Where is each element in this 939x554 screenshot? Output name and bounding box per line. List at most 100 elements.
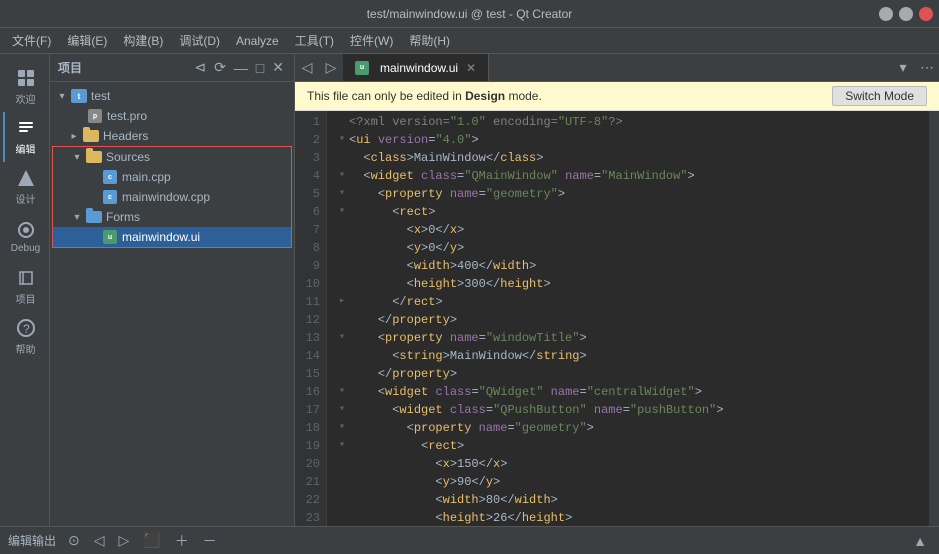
bottom-btn-next[interactable]: ▷: [115, 532, 134, 549]
fold-18[interactable]: ▾: [335, 419, 349, 437]
code-content-16: <widget class="QWidget" name="centralWid…: [349, 383, 921, 401]
menu-tools[interactable]: 工具(T): [287, 30, 342, 51]
code-content-4: <widget class="QMainWindow" name="MainWi…: [349, 167, 921, 185]
code-line-18: ▾ <property name="geometry">: [335, 419, 921, 437]
project-label: 项目: [16, 291, 36, 306]
tab-more-btn[interactable]: ⋯: [915, 54, 939, 81]
code-line-23: <height>26</height>: [335, 509, 921, 526]
project-tree: ▾ t test p test.pro ▸: [50, 82, 294, 526]
bottom-btn-expand-up[interactable]: ▲: [909, 533, 931, 549]
code-content-15: </property>: [349, 365, 921, 383]
filter-btn[interactable]: ⊲: [192, 59, 208, 76]
tab-mainwindow-ui[interactable]: u mainwindow.ui ✕: [343, 54, 489, 81]
expand-btn[interactable]: □: [254, 60, 266, 76]
tree-item-main-cpp[interactable]: c main.cpp: [53, 167, 291, 187]
sidebar-item-help[interactable]: ? 帮助: [3, 312, 47, 362]
fold-13[interactable]: ▾: [335, 329, 349, 347]
tree-arrow-sources: ▾: [69, 152, 85, 163]
bottom-btn-add[interactable]: ＋: [171, 531, 193, 551]
line-num-12: 12: [295, 311, 320, 329]
maximize-button[interactable]: [899, 7, 913, 21]
sidebar-item-edit[interactable]: 编辑: [3, 112, 47, 162]
sidebar-item-welcome[interactable]: 欢迎: [3, 62, 47, 112]
fold-11[interactable]: ▸: [335, 293, 349, 311]
fold-5[interactable]: ▾: [335, 185, 349, 203]
sidebar-item-design[interactable]: 设计: [3, 162, 47, 212]
sidebar-item-debug[interactable]: Debug: [3, 212, 47, 262]
menu-analyze[interactable]: Analyze: [228, 32, 287, 50]
menu-debug[interactable]: 调试(D): [171, 30, 228, 51]
code-line-15: </property>: [335, 365, 921, 383]
fold-6[interactable]: ▾: [335, 203, 349, 221]
tree-item-test-pro[interactable]: p test.pro: [50, 106, 294, 126]
icon-sidebar: 欢迎 编辑 设计 Debug 项目: [0, 54, 50, 526]
line-num-19: 19: [295, 437, 320, 455]
code-line-3: <class>MainWindow</class>: [335, 149, 921, 167]
line-num-16: 16: [295, 383, 320, 401]
project-panel: 项目 ⊲ ⟳ — □ ✕ ▾ t test: [50, 54, 295, 526]
menu-controls[interactable]: 控件(W): [342, 30, 401, 51]
code-content-19: <rect>: [349, 437, 921, 455]
ui-icon: u: [103, 230, 117, 244]
code-content-6: <rect>: [349, 203, 921, 221]
bottom-bar: 编辑输出 ⊙ ◁ ▷ ⬛ ＋ － ▲: [0, 526, 939, 554]
fold-19[interactable]: ▾: [335, 437, 349, 455]
code-line-9: <width>400</width>: [335, 257, 921, 275]
window-controls: [879, 7, 933, 21]
bottom-btn-sync[interactable]: ⊙: [64, 532, 84, 549]
edit-label: 编辑: [16, 141, 36, 156]
tree-item-mainwindow-ui[interactable]: u mainwindow.ui: [53, 227, 291, 247]
fold-17[interactable]: ▾: [335, 401, 349, 419]
line-num-17: 17: [295, 401, 320, 419]
code-line-8: <y>0</y>: [335, 239, 921, 257]
tab-label: mainwindow.ui: [380, 61, 458, 75]
tree-item-mainwindow-cpp[interactable]: c mainwindow.cpp: [53, 187, 291, 207]
sync-btn[interactable]: ⟳: [212, 59, 228, 76]
content-area: ◁ ▷ u mainwindow.ui ✕ ▾ ⋯ This file can …: [295, 54, 939, 526]
cpp-icon-main: c: [103, 170, 117, 184]
folder-icon-sources: [86, 151, 102, 163]
tree-item-headers[interactable]: ▸ Headers: [50, 126, 294, 146]
pro-file-icon: p: [86, 109, 104, 123]
switch-mode-button[interactable]: Switch Mode: [832, 86, 927, 106]
menu-file[interactable]: 文件(F): [4, 30, 59, 51]
code-content-9: <width>400</width>: [349, 257, 921, 275]
vertical-scrollbar[interactable]: [929, 111, 939, 526]
folder-icon-headers: [83, 130, 99, 142]
bottom-btn-prev[interactable]: ◁: [90, 532, 109, 549]
code-content-7: <x>0</x>: [349, 221, 921, 239]
code-line-12: </property>: [335, 311, 921, 329]
minimize-button[interactable]: [879, 7, 893, 21]
tree-item-test[interactable]: ▾ t test: [50, 86, 294, 106]
menu-edit[interactable]: 编辑(E): [59, 30, 115, 51]
code-content-2: <ui version="4.0">: [349, 131, 921, 149]
tree-label-mainwindow-ui: mainwindow.ui: [122, 230, 200, 244]
bottom-btn-stop[interactable]: ⬛: [139, 532, 164, 549]
code-editor[interactable]: <?xml version="1.0" encoding="UTF-8"?> ▾…: [327, 111, 929, 526]
menu-help[interactable]: 帮助(H): [401, 30, 458, 51]
menu-build[interactable]: 构建(B): [115, 30, 171, 51]
tab-dropdown-btn[interactable]: ▾: [891, 54, 915, 81]
tab-close-btn[interactable]: ✕: [464, 61, 478, 75]
tree-arrow-test: ▾: [54, 91, 70, 102]
close-button[interactable]: [919, 7, 933, 21]
code-content-5: <property name="geometry">: [349, 185, 921, 203]
tree-item-sources[interactable]: ▾ Sources: [53, 147, 291, 167]
tab-back-btn[interactable]: ◁: [295, 54, 319, 81]
fold-4[interactable]: ▾: [335, 167, 349, 185]
close-panel-btn[interactable]: ✕: [270, 59, 286, 76]
fold-16[interactable]: ▾: [335, 383, 349, 401]
tree-item-forms[interactable]: ▾ Forms: [53, 207, 291, 227]
code-content-20: <x>150</x>: [349, 455, 921, 473]
main-layout: 欢迎 编辑 设计 Debug 项目: [0, 54, 939, 526]
bottom-btn-minus[interactable]: －: [199, 531, 221, 551]
sidebar-item-project[interactable]: 项目: [3, 262, 47, 312]
collapse-btn[interactable]: —: [232, 60, 250, 76]
debug-label: Debug: [11, 243, 40, 254]
window-title: test/mainwindow.ui @ test - Qt Creator: [367, 7, 573, 21]
tab-forward-btn[interactable]: ▷: [319, 54, 343, 81]
tree-label-mainwindow-cpp: mainwindow.cpp: [122, 190, 210, 204]
fold-2[interactable]: ▾: [335, 131, 349, 149]
code-content-8: <y>0</y>: [349, 239, 921, 257]
line-num-21: 21: [295, 473, 320, 491]
